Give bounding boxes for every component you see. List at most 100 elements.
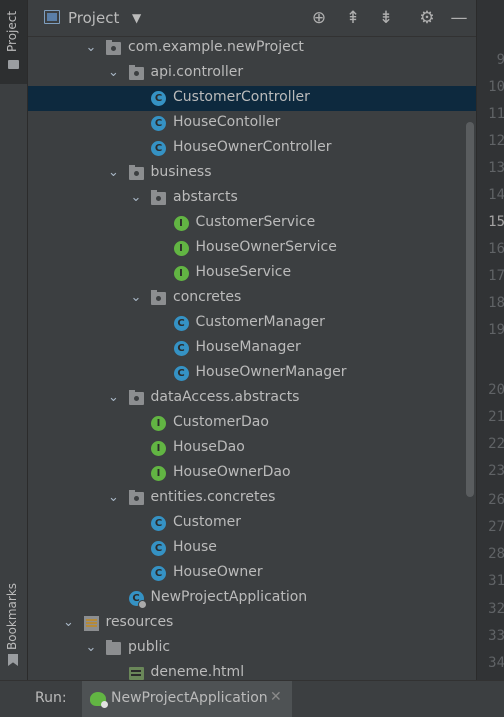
chevron-down-icon[interactable]: ⌄ [84, 40, 98, 55]
project-tree[interactable]: ⌄ com.example.newProject ⌄ api.controller C C… [28, 36, 476, 680]
folder-icon [8, 60, 19, 69]
tree-row[interactable]: C HouseManager [28, 336, 476, 361]
project-tool-tab[interactable]: Project [0, 0, 27, 84]
tree-row-label: CustomerDao [173, 414, 269, 430]
tree-row[interactable]: ⌄ dataAccess.abstracts [28, 386, 476, 411]
tree-row[interactable]: C Customer [28, 511, 476, 536]
class-icon: C [151, 516, 166, 531]
chevron-down-icon[interactable]: ⌄ [129, 290, 143, 305]
tree-row-label: public [128, 639, 171, 655]
interface-icon: I [173, 266, 189, 281]
class-icon: C [173, 366, 189, 381]
tree-row-label: HouseOwnerManager [195, 364, 347, 380]
tree-row[interactable]: I HouseOwnerService [28, 236, 476, 261]
tree-row-label: HouseOwner [173, 564, 263, 580]
line-number: 11 [488, 106, 504, 122]
tree-row[interactable]: ⌄ entities.concretes [28, 486, 476, 511]
locate-file-icon[interactable]: ⊕ [308, 7, 330, 29]
tree-row-label: com.example.newProject [128, 39, 304, 55]
tree-row[interactable]: C HouseOwnerManager [28, 361, 476, 386]
gear-icon[interactable]: ⚙ [416, 7, 438, 29]
tree-row-label: deneme.html [150, 664, 245, 680]
line-number: 17 [488, 268, 504, 284]
tree-row-label: NewProjectApplication [150, 589, 308, 605]
project-tool-tab-label: Project [5, 10, 19, 52]
collapse-all-icon[interactable]: ⇟ [375, 7, 397, 29]
tree-row[interactable]: ⌄ abstarcts [28, 186, 476, 211]
package-folder-icon [151, 290, 166, 305]
chevron-down-icon[interactable]: ⌄ [107, 490, 121, 505]
chevron-down-icon[interactable]: ▼ [132, 11, 141, 25]
tree-row[interactable]: I HouseDao [28, 436, 476, 461]
tree-scrollbar[interactable] [466, 122, 474, 497]
hide-panel-icon[interactable]: — [448, 7, 470, 29]
line-number: 26 [488, 492, 504, 508]
package-folder-icon [128, 490, 144, 505]
line-number: 12 [488, 133, 504, 149]
line-number: 34 [488, 655, 504, 671]
tree-row[interactable]: I CustomerService [28, 211, 476, 236]
package-folder-icon [151, 190, 166, 205]
line-number: 21 [488, 409, 504, 425]
tree-row-label: HouseOwnerController [173, 139, 332, 155]
chevron-down-icon[interactable]: ⌄ [129, 190, 143, 205]
tree-row[interactable]: ⌄ com.example.newProject [28, 36, 476, 61]
chevron-down-icon[interactable]: ⌄ [107, 165, 121, 180]
tree-row-label: CustomerController [173, 89, 310, 105]
project-view-title[interactable]: Project [68, 9, 119, 27]
line-number: 15 [488, 214, 504, 230]
interface-icon: I [151, 416, 166, 431]
tree-row[interactable]: C HouseOwnerController [28, 136, 476, 161]
tree-row[interactable]: C CustomerManager [28, 311, 476, 336]
tree-row[interactable]: I HouseService [28, 261, 476, 286]
line-number: 13 [488, 160, 504, 176]
chevron-down-icon[interactable]: ⌄ [62, 615, 76, 630]
run-config-tab[interactable]: NewProjectApplication ✕ [82, 681, 292, 717]
chevron-down-icon[interactable]: ⌄ [84, 640, 98, 655]
line-number: 31 [488, 573, 504, 589]
project-panel-toolbar: Project ▼ ⊕ ⇞ ⇟ ⚙ — [28, 0, 476, 37]
tree-row-label: api.controller [150, 64, 244, 80]
tree-row-label: HouseContoller [173, 114, 281, 130]
tree-row-label: CustomerManager [195, 314, 325, 330]
tree-row-label: HouseManager [195, 339, 301, 355]
line-number: 27 [488, 519, 504, 535]
run-config-name: NewProjectApplication [111, 690, 268, 706]
tree-row[interactable]: ⌄ business [28, 161, 476, 186]
chevron-down-icon[interactable]: ⌄ [107, 390, 121, 405]
tree-row-label: entities.concretes [150, 489, 276, 505]
tree-row[interactable]: ⌄ public [28, 636, 476, 661]
folder-icon [106, 640, 121, 655]
tree-row[interactable]: C NewProjectApplication [28, 586, 476, 611]
close-icon[interactable]: ✕ [270, 689, 282, 705]
package-folder-icon [128, 390, 144, 405]
tree-row[interactable]: ⌄ concretes [28, 286, 476, 311]
line-number: 22 [488, 436, 504, 452]
chevron-down-icon[interactable]: ⌄ [107, 65, 121, 80]
tree-row-label: Customer [173, 514, 242, 530]
interface-icon: I [173, 241, 189, 256]
tree-row-label: CustomerService [195, 214, 316, 230]
tree-row[interactable]: deneme.html [28, 661, 476, 680]
line-number: 28 [488, 546, 504, 562]
tree-row[interactable]: ⌄ resources [28, 611, 476, 636]
expand-all-icon[interactable]: ⇞ [342, 7, 364, 29]
tree-row-label: HouseService [195, 264, 292, 280]
tree-row[interactable]: C House [28, 536, 476, 561]
line-number: 32 [488, 601, 504, 617]
class-icon: C [151, 116, 166, 131]
spring-boot-run-icon [90, 692, 108, 708]
bookmarks-tool-tab[interactable]: Bookmarks [0, 580, 27, 672]
tree-row[interactable]: I HouseOwnerDao [28, 461, 476, 486]
tree-row-label: business [150, 164, 212, 180]
editor-gutter: 9 10 11 12 13 14 15 16 17 18 19 20 21 22 23 26 27 28 31 32 3… [476, 0, 504, 680]
line-number: 18 [488, 295, 504, 311]
class-icon: C [151, 566, 166, 581]
tree-row[interactable]: ⌄ api.controller [28, 61, 476, 86]
line-number: 14 [488, 187, 504, 203]
tree-row[interactable]: C HouseContoller [28, 111, 476, 136]
tree-row[interactable]: C CustomerController [28, 86, 476, 111]
tree-row[interactable]: C HouseOwner [28, 561, 476, 586]
interface-icon: I [173, 216, 189, 231]
tree-row[interactable]: I CustomerDao [28, 411, 476, 436]
